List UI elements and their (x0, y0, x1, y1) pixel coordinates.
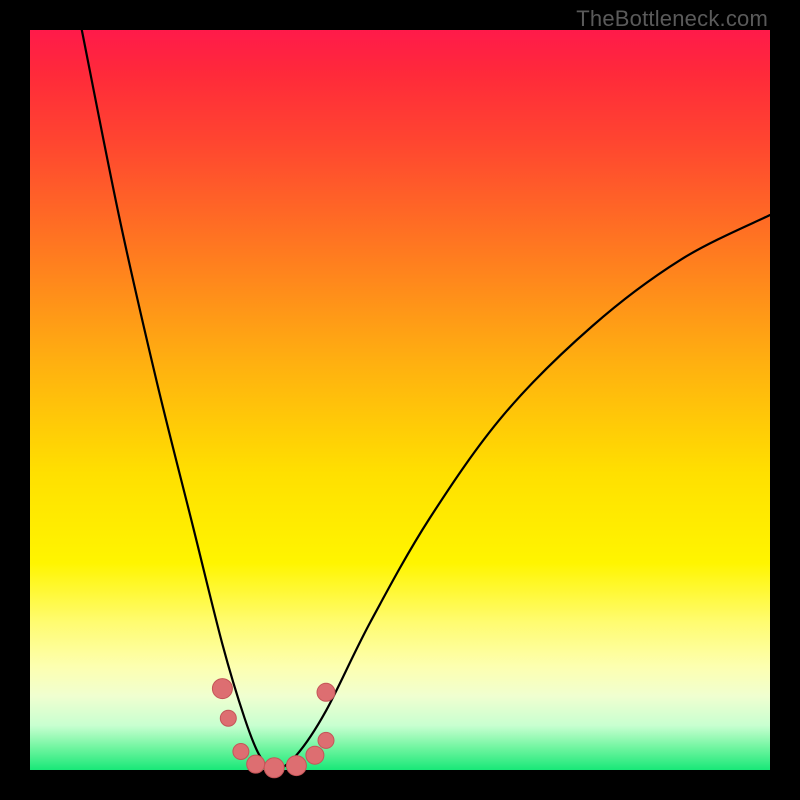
curve-marker (233, 744, 249, 760)
bottleneck-curve (82, 30, 770, 770)
watermark-text: TheBottleneck.com (576, 6, 768, 32)
curve-marker (318, 732, 334, 748)
curve-marker (286, 756, 306, 776)
curve-marker (212, 679, 232, 699)
curve-marker (264, 758, 284, 778)
curve-marker (247, 755, 265, 773)
curve-marker (220, 710, 236, 726)
chart-container: TheBottleneck.com (0, 0, 800, 800)
plot-overlay (30, 30, 770, 770)
curve-marker (317, 683, 335, 701)
curve-marker (306, 746, 324, 764)
